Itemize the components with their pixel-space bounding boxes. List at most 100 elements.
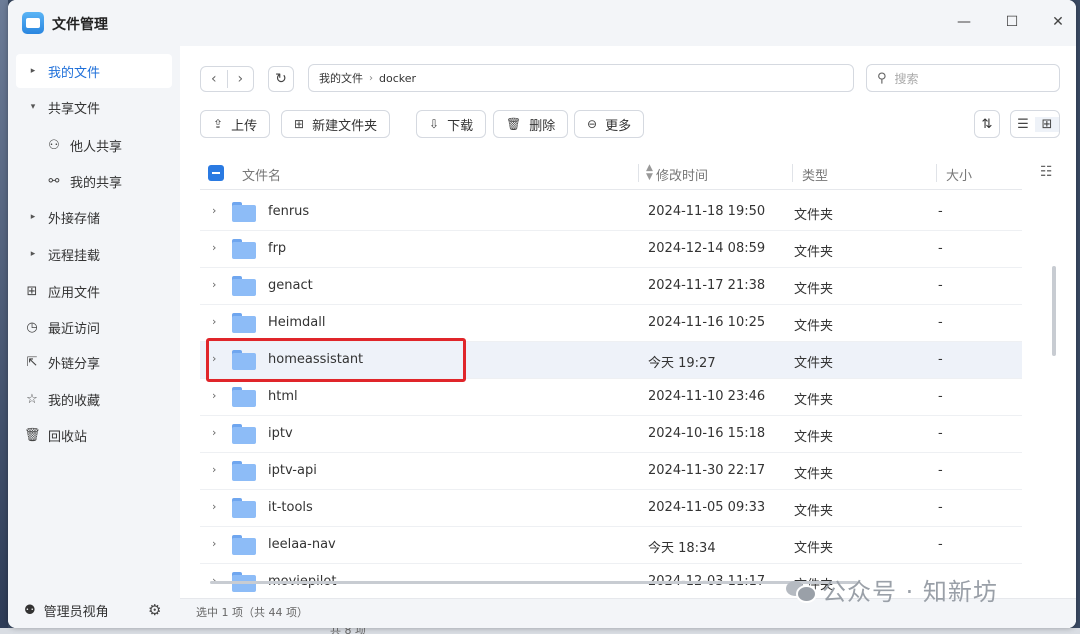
sidebar-item-recent[interactable]: ◷ 最近访问 — [16, 310, 172, 344]
file-size: - — [938, 315, 943, 330]
modified-time: 2024-10-16 15:18 — [648, 426, 766, 441]
back-button[interactable]: ‹ — [201, 71, 227, 87]
annotation-highlight-box — [206, 338, 466, 382]
sidebar-item-my-shares[interactable]: ⚯ 我的共享 — [16, 164, 172, 198]
new-folder-button[interactable]: ⊞ 新建文件夹 — [281, 110, 391, 138]
people-icon: ⚇ — [48, 137, 60, 153]
caret-right-icon: ▸ — [30, 212, 36, 222]
maximize-button[interactable]: ☐ — [1002, 12, 1022, 32]
table-row[interactable]: › iptv 2024-10-16 15:18 文件夹 - — [200, 416, 1022, 453]
sidebar-item-shared-files[interactable]: ▾ 共享文件 — [16, 90, 172, 124]
more-button[interactable]: ⊖ 更多 — [574, 110, 645, 138]
file-name: it-tools — [268, 500, 313, 515]
minimize-button[interactable]: — — [954, 12, 974, 32]
table-row[interactable]: › frp 2024-12-14 08:59 文件夹 - — [200, 231, 1022, 268]
chevron-right-icon[interactable]: › — [212, 389, 216, 402]
breadcrumb[interactable]: 我的文件 › docker — [308, 64, 854, 92]
download-button[interactable]: ⇩ 下载 — [416, 110, 487, 138]
table-row[interactable]: › Heimdall 2024-11-16 10:25 文件夹 - — [200, 305, 1022, 342]
folder-icon — [232, 498, 256, 518]
sidebar-item-label: 应用文件 — [48, 285, 101, 301]
close-button[interactable]: ✕ — [1048, 12, 1068, 32]
sidebar-item-remote-mount[interactable]: ▸ 远程挂载 — [16, 237, 172, 271]
delete-label: 删除 — [529, 118, 556, 134]
table-row[interactable]: › genact 2024-11-17 21:38 文件夹 - — [200, 268, 1022, 305]
sidebar-item-recycle-bin[interactable]: 🗑 回收站 — [16, 418, 172, 452]
sidebar-item-favorites[interactable]: ☆ 我的收藏 — [16, 382, 172, 416]
chevron-right-icon[interactable]: › — [212, 426, 216, 439]
sidebar-item-my-files[interactable]: ▸ 我的文件 — [16, 54, 172, 88]
delete-button[interactable]: 🗑 删除 — [493, 110, 569, 138]
new-folder-label: 新建文件夹 — [312, 118, 378, 134]
col-modified-header[interactable]: 修改时间 — [656, 165, 708, 184]
list-view-icon[interactable]: ☰ — [1011, 117, 1035, 132]
vertical-scrollbar[interactable] — [1052, 266, 1056, 356]
refresh-button[interactable]: ↻ — [268, 66, 294, 92]
table-row[interactable]: › leelaa-nav 今天 18:34 文件夹 - — [200, 527, 1022, 564]
search-input[interactable]: ⚲ 搜索 — [866, 64, 1060, 92]
file-type: 文件夹 — [794, 504, 834, 519]
chevron-right-icon[interactable]: › — [212, 537, 216, 550]
divider — [638, 164, 639, 182]
upload-button[interactable]: ⇪ 上传 — [200, 110, 271, 138]
divider — [936, 164, 937, 182]
folder-icon — [232, 461, 256, 481]
modified-time: 2024-12-14 08:59 — [648, 241, 766, 256]
column-settings-icon[interactable]: ☷ — [1040, 164, 1053, 180]
file-size: - — [938, 389, 943, 404]
modified-time: 2024-11-17 21:38 — [648, 278, 766, 293]
chevron-right-icon[interactable]: › — [212, 241, 216, 254]
chevron-right-icon[interactable]: › — [212, 204, 216, 217]
desktop-background — [0, 0, 8, 634]
sidebar-item-external-share[interactable]: ⇱ 外链分享 — [16, 345, 172, 379]
sidebar-item-shared-with-me[interactable]: ⚇ 他人共享 — [16, 128, 172, 162]
sidebar-item-external-storage[interactable]: ▸ 外接存储 — [16, 200, 172, 234]
file-name: Heimdall — [268, 315, 326, 330]
select-all-checkbox[interactable] — [208, 165, 224, 181]
modified-time: 2024-11-18 19:50 — [648, 204, 766, 219]
gear-icon[interactable]: ⚙ — [148, 601, 161, 619]
main-panel: ‹ › ↻ 我的文件 › docker ⚲ 搜索 ⇪ 上传 ⊞ 新建文件夹 ⇩ … — [180, 46, 1076, 628]
desktop-taskbar — [0, 628, 1080, 634]
sidebar-item-label: 共享文件 — [48, 101, 101, 117]
file-name: iptv — [268, 426, 293, 441]
folder-app-icon — [22, 12, 44, 34]
sidebar-item-label: 他人共享 — [70, 139, 123, 155]
admin-view-label: 管理员视角 — [43, 604, 109, 620]
watermark: 公众号 · 知新坊 — [786, 572, 998, 607]
trash-icon: 🗑 — [24, 427, 41, 443]
col-size-header[interactable]: 大小 — [946, 165, 972, 184]
chevron-right-icon[interactable]: › — [212, 463, 216, 476]
watermark-text: 公众号 · 知新坊 — [822, 578, 998, 606]
table-row[interactable]: › html 2024-11-10 23:46 文件夹 - — [200, 379, 1022, 416]
folder-icon — [232, 387, 256, 407]
sidebar-item-app-files[interactable]: ⊞ 应用文件 — [16, 274, 172, 308]
col-type-header[interactable]: 类型 — [802, 165, 828, 184]
breadcrumb-current[interactable]: docker — [379, 72, 416, 85]
grid-view-icon[interactable]: ⊞ — [1035, 116, 1059, 132]
chevron-right-icon[interactable]: › — [212, 315, 216, 328]
table-row[interactable]: › fenrus 2024-11-18 19:50 文件夹 - — [200, 194, 1022, 231]
file-type: 文件夹 — [794, 245, 834, 260]
folder-icon — [232, 239, 256, 259]
wechat-icon — [786, 579, 817, 603]
sort-button[interactable]: ⇅ — [974, 110, 1000, 138]
col-name-header[interactable]: 文件名 — [242, 165, 281, 184]
upload-label: 上传 — [231, 118, 258, 134]
admin-view-toggle[interactable]: ⚉ 管理员视角 ⚙ — [8, 592, 180, 628]
table-row[interactable]: › iptv-api 2024-11-30 22:17 文件夹 - — [200, 453, 1022, 490]
sidebar-item-label: 远程挂载 — [48, 248, 101, 264]
modified-time: 2024-11-16 10:25 — [648, 315, 766, 330]
file-size: - — [938, 426, 943, 441]
table-row[interactable]: › it-tools 2024-11-05 09:33 文件夹 - — [200, 490, 1022, 527]
sort-icon: ⇅ — [981, 116, 993, 132]
chevron-right-icon[interactable]: › — [212, 500, 216, 513]
breadcrumb-root[interactable]: 我的文件 — [319, 70, 363, 86]
sort-arrows-icon[interactable]: ▲ ▼ — [646, 164, 653, 182]
file-name: fenrus — [268, 204, 310, 219]
forward-button[interactable]: › — [228, 71, 254, 87]
window-title: 文件管理 — [52, 17, 108, 33]
folder-icon — [232, 202, 256, 222]
horizontal-scrollbar[interactable] — [210, 581, 858, 584]
chevron-right-icon[interactable]: › — [212, 278, 216, 291]
